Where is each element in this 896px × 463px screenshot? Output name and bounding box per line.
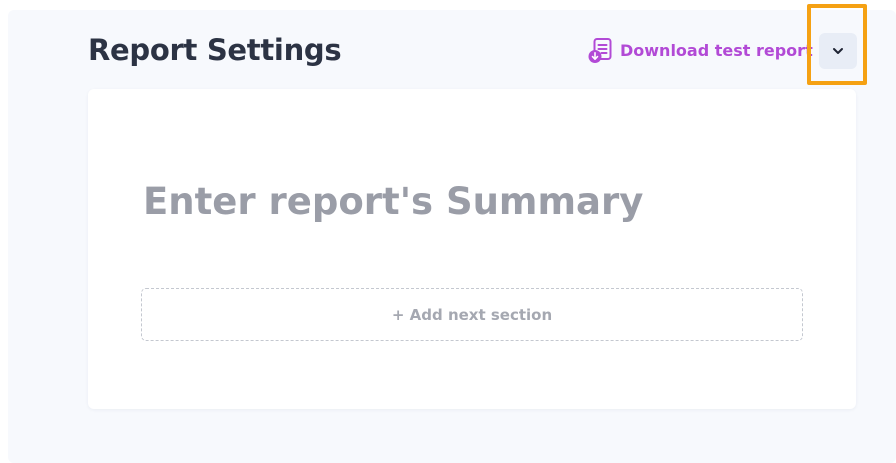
download-test-report-button[interactable]: Download test report <box>588 36 813 64</box>
page-title: Report Settings <box>88 33 342 67</box>
report-card: + Add next section <box>88 89 856 409</box>
add-next-section-button[interactable]: + Add next section <box>141 288 803 341</box>
document-download-icon <box>588 37 612 63</box>
add-next-section-label: + Add next section <box>391 305 553 324</box>
report-settings-page: Report Settings Download test report + A… <box>0 0 896 463</box>
chevron-down-icon <box>833 48 843 54</box>
report-summary-input[interactable] <box>143 171 803 231</box>
download-test-report-label: Download test report <box>620 40 813 60</box>
options-dropdown-button[interactable] <box>819 33 857 69</box>
